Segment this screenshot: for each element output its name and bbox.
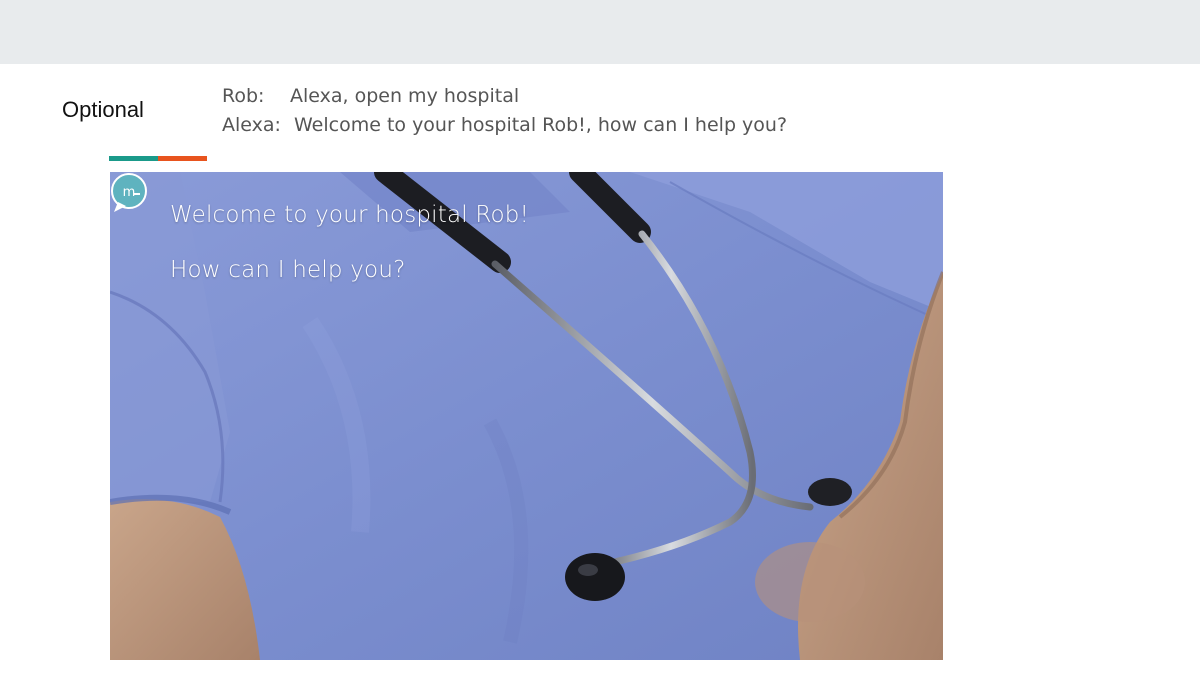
utterance-text: Welcome to your hospital Rob!, how can I… bbox=[294, 114, 788, 136]
dialog-transcript: Rob: Alexa, open my hospital Alexa: Welc… bbox=[222, 82, 787, 140]
accent-bar bbox=[109, 156, 207, 161]
section-label: Optional bbox=[62, 97, 144, 122]
top-band bbox=[0, 0, 1200, 64]
speaker-name: Alexa: bbox=[222, 114, 281, 136]
dialog-line-rob: Rob: Alexa, open my hospital bbox=[222, 82, 787, 111]
utterance-text: Alexa, open my hospital bbox=[290, 85, 520, 107]
device-screen: Welcome to your hospital Rob! How can I … bbox=[110, 172, 943, 660]
screen-help-prompt: How can I help you? bbox=[170, 257, 406, 283]
skill-logo-icon: m bbox=[111, 173, 147, 212]
accent-bar-teal bbox=[109, 156, 158, 161]
logo-letter: m bbox=[123, 185, 136, 200]
background-image-nurse-stethoscope bbox=[110, 172, 943, 660]
accent-bar-orange bbox=[158, 156, 207, 161]
screen-welcome-text: Welcome to your hospital Rob! bbox=[170, 202, 530, 228]
dialog-line-alexa: Alexa: Welcome to your hospital Rob!, ho… bbox=[222, 111, 787, 140]
speaker-name: Rob: bbox=[222, 85, 265, 107]
